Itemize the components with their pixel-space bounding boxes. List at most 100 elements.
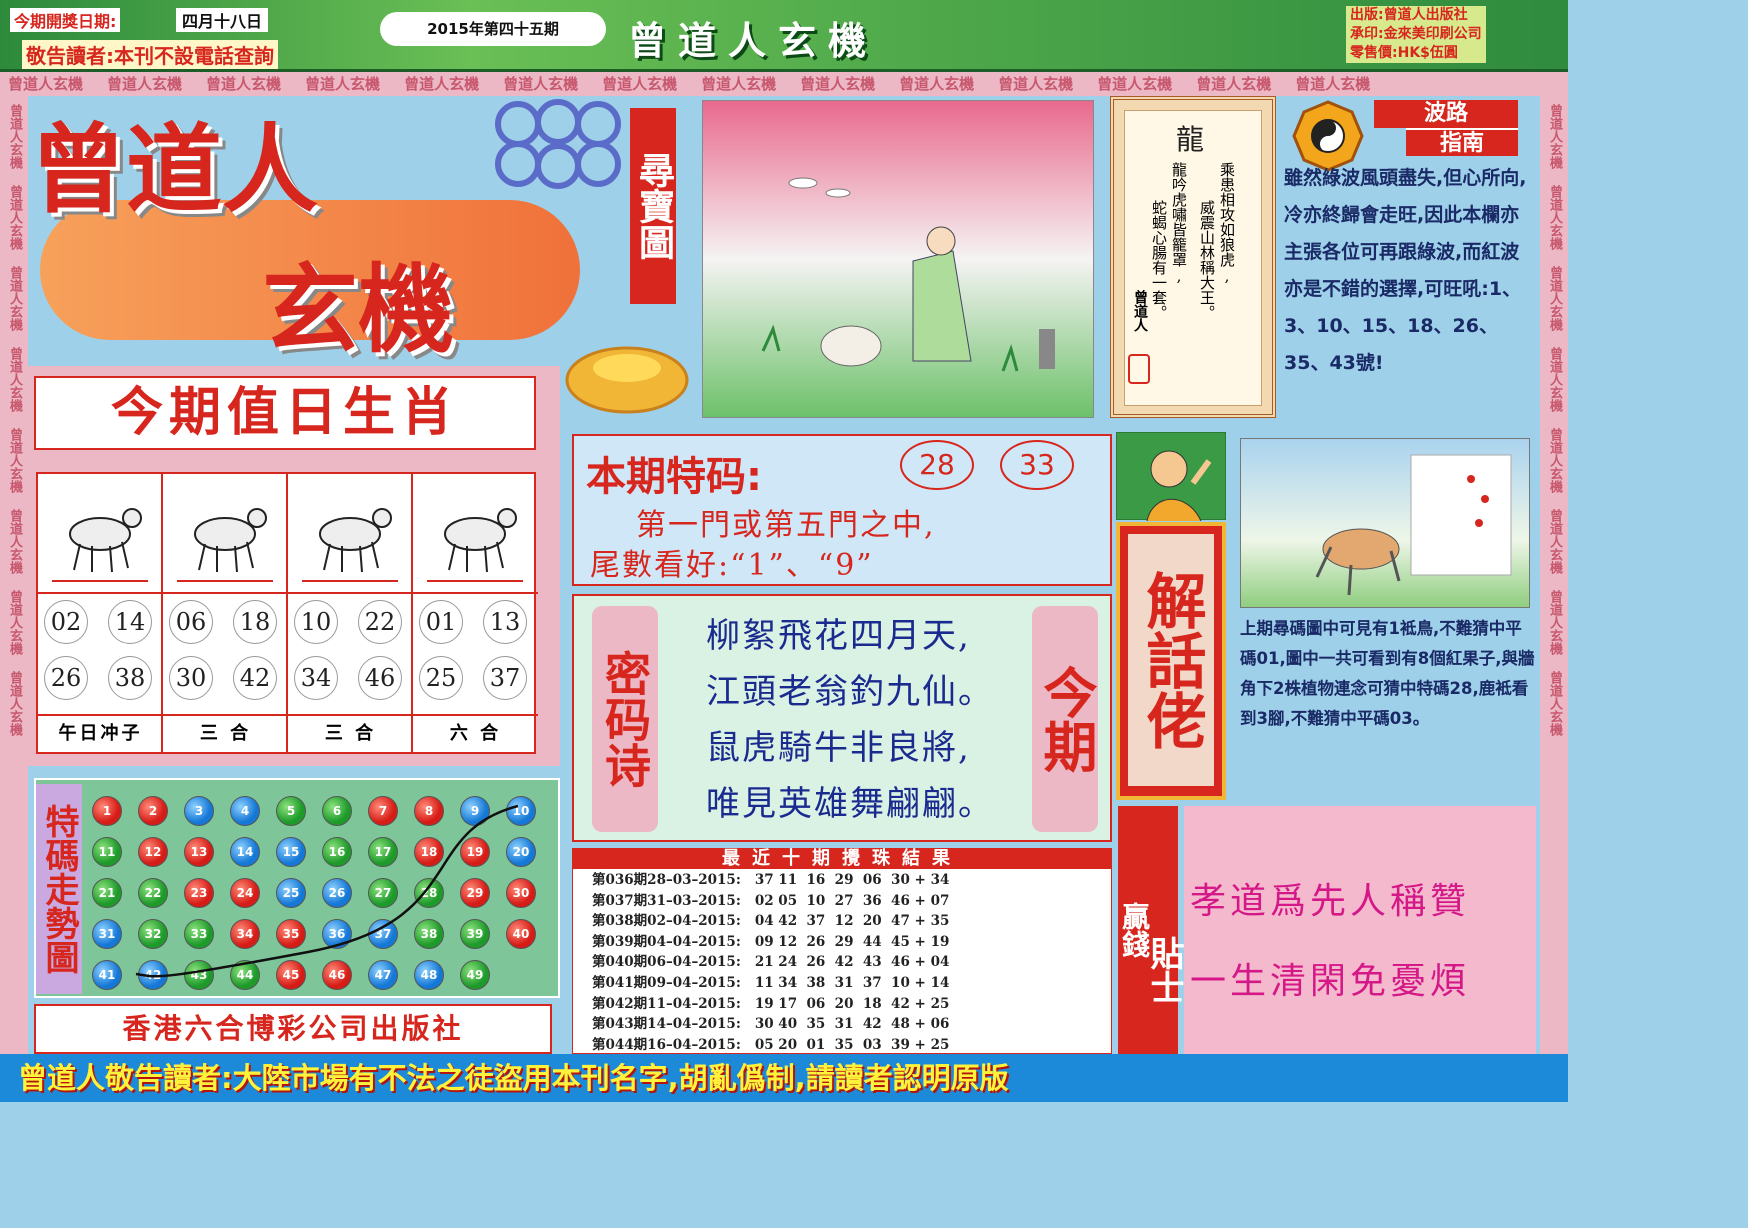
draw-row: 第039期04–04–2015: 09 12 26 29 44 45 + 19 (592, 932, 1112, 952)
poem-line: 鼠虎騎牛非良將, (706, 728, 971, 768)
plus-icon: + (909, 1016, 931, 1033)
draw-row-numbers: 04 42 37 12 20 47 (754, 913, 910, 930)
band-repeat-text: 曾道人玄機 (1295, 75, 1371, 93)
trend-ball: 18 (414, 837, 444, 867)
publisher-info: 出版:曾道人出版社 承印:金來美印刷公司 零售價:HK$伍圓 (1346, 6, 1486, 63)
trend-ball: 20 (506, 837, 536, 867)
scroll-title: 龍 (1176, 123, 1205, 156)
trend-ball: 19 (460, 837, 490, 867)
draw-date: 四月十八日 (176, 8, 269, 32)
special-code-panel: 本期特码: 28 33 第一門或第五門之中, 尾數看好:“1”、“9” (572, 434, 1112, 586)
explainer-text: 上期尋碼圖中可見有1袛鳥,不難猜中平碼01,圖中一共可看到有8個紅果子,與牆角下… (1240, 619, 1535, 728)
trend-ball: 45 (276, 960, 306, 990)
trend-ball: 27 (368, 878, 398, 908)
draw-row-label: 第037期31–03–2015: (592, 892, 741, 909)
plus-icon: + (909, 913, 931, 930)
draw-row-label: 第039期04–04–2015: (592, 933, 741, 950)
poem-panel: 密码诗 今期 柳絮飛花四月天, 江頭老翁釣九仙。 鼠虎騎牛非良將, 唯見英雄舞翩翩。 (572, 594, 1112, 842)
trend-ball: 11 (92, 837, 122, 867)
draw-row-numbers: 02 05 10 27 36 46 (754, 892, 910, 909)
printer-line: 承印:金來美印刷公司 (1350, 26, 1482, 42)
draw-row-numbers: 09 12 26 29 44 45 (754, 933, 910, 950)
draw-row-label: 第038期02–04–2015: (592, 913, 741, 930)
trend-ball: 46 (322, 960, 352, 990)
zodiac-number: 06 (169, 600, 213, 644)
deer-icon (1315, 454, 1512, 596)
trend-ball: 15 (276, 837, 306, 867)
band-repeat-text: 曾道人玄機 (1097, 75, 1173, 93)
draw-row: 第043期14–04–2015: 30 40 35 31 42 48 + 06 (592, 1014, 1112, 1034)
trend-ball: 4 (230, 796, 260, 826)
zodiac-cell: 02 14 26 38 午日冲子 (38, 474, 163, 752)
notice-text: 敬告讀者:本刊不設電話查詢 (22, 40, 278, 69)
zodiac-relation-label: 三 合 (288, 714, 413, 752)
zodiac-number: 38 (108, 656, 152, 700)
wave-title-2: 指南 (1406, 128, 1518, 156)
poem-line: 唯見英雄舞翩翩。 (706, 784, 994, 824)
draw-row-special: 06 (930, 1016, 950, 1033)
trend-ball: 49 (460, 960, 490, 990)
trend-ball: 21 (92, 878, 122, 908)
plus-icon: + (909, 954, 931, 971)
band-repeat-text: 曾道人玄機 (7, 428, 22, 493)
trend-ball: 41 (92, 960, 122, 990)
band-repeat-text: 曾道人玄機 (1547, 266, 1562, 331)
price-line: 零售價:HK$伍圓 (1350, 45, 1458, 61)
draw-row: 第040期06–04–2015: 21 24 26 42 43 46 + 04 (592, 952, 1112, 972)
trend-ball: 5 (276, 796, 306, 826)
trend-ball: 1 (92, 796, 122, 826)
trend-ball: 38 (414, 919, 444, 949)
zodiac-number: 30 (169, 656, 213, 700)
trend-title: 特碼走勢圖 (36, 784, 82, 994)
zodiac-relation-label: 三 合 (163, 714, 288, 752)
draw-date-label: 今期開獎日期: (10, 8, 121, 32)
dragon-scroll: 龍 乘患相攻如狼虎, 威震山林稱大王。 龍吟虎嘯皆籠罩, 蛇蝎心腸有一套。 曾道… (1110, 96, 1276, 418)
band-repeat-text: 曾道人玄機 (1547, 185, 1562, 250)
seal-stamp-icon (1128, 354, 1150, 384)
draw-row: 第037期31–03–2015: 02 05 10 27 36 46 + 07 (592, 891, 1112, 911)
dog-icon (302, 482, 398, 582)
trend-ball: 17 (368, 837, 398, 867)
poem-right-label: 今期 (1032, 606, 1098, 832)
poem-line: 柳絮飛花四月天, (706, 616, 971, 656)
zodiac-relation-label: 午日冲子 (38, 714, 163, 752)
zodiac-number: 10 (294, 600, 338, 644)
sheep-icon (427, 482, 523, 582)
band-repeat-text: 曾道人玄機 (7, 266, 22, 331)
trend-ball: 23 (184, 878, 214, 908)
plus-icon: + (909, 933, 931, 950)
band-repeat-text: 曾道人玄機 (1547, 509, 1562, 574)
trend-ball: 3 (184, 796, 214, 826)
issue-badge: 2015年第四十五期 (380, 12, 606, 46)
band-repeat-text: 曾道人玄機 (7, 104, 22, 169)
draw-row-numbers: 21 24 26 42 43 46 (754, 954, 910, 971)
zodiac-number: 14 (108, 600, 152, 644)
draw-row-numbers: 37 11 16 29 06 30 (754, 872, 910, 888)
trend-ball: 29 (460, 878, 490, 908)
zodiac-number: 02 (44, 600, 88, 644)
band-repeat-text: 曾道人玄機 (899, 75, 975, 93)
zodiac-table: 02 14 26 38 午日冲子 06 18 30 42 三 合 10 22 34 46 三 合 01 13 25… (36, 472, 538, 754)
band-repeat-text: 曾道人玄機 (7, 509, 22, 574)
zodiac-number: 25 (419, 656, 463, 700)
scroll-col-3: 龍吟虎嘯皆籠罩, (1170, 162, 1188, 285)
tiger-icon (177, 482, 273, 582)
special-number-2: 33 (1000, 440, 1074, 490)
coin-chain-icon (495, 99, 621, 189)
band-repeat-text: 曾道人玄機 (7, 347, 22, 412)
draw-row-label: 第044期16–04–2015: (592, 1036, 741, 1053)
band-repeat-text: 曾道人玄機 (8, 75, 84, 93)
explainer-label: 解話佬 (1136, 570, 1206, 750)
draw-row-special: 14 (930, 975, 950, 991)
zodiac-relation-label: 六 合 (413, 714, 538, 752)
trend-ball: 36 (322, 919, 352, 949)
horse-icon (52, 482, 148, 582)
trend-ball: 2 (138, 796, 168, 826)
masthead-title-2: 玄機 (262, 254, 454, 366)
right-border: 曾道人玄機曾道人玄機曾道人玄機曾道人玄機曾道人玄機曾道人玄機曾道人玄機曾道人玄機 (1540, 96, 1568, 1054)
special-heading: 本期特码: (586, 454, 762, 500)
plus-icon: + (909, 892, 931, 909)
trend-ball: 43 (184, 960, 214, 990)
zodiac-number: 42 (233, 656, 277, 700)
draw-row-numbers: 05 20 01 35 03 39 (754, 1036, 910, 1053)
